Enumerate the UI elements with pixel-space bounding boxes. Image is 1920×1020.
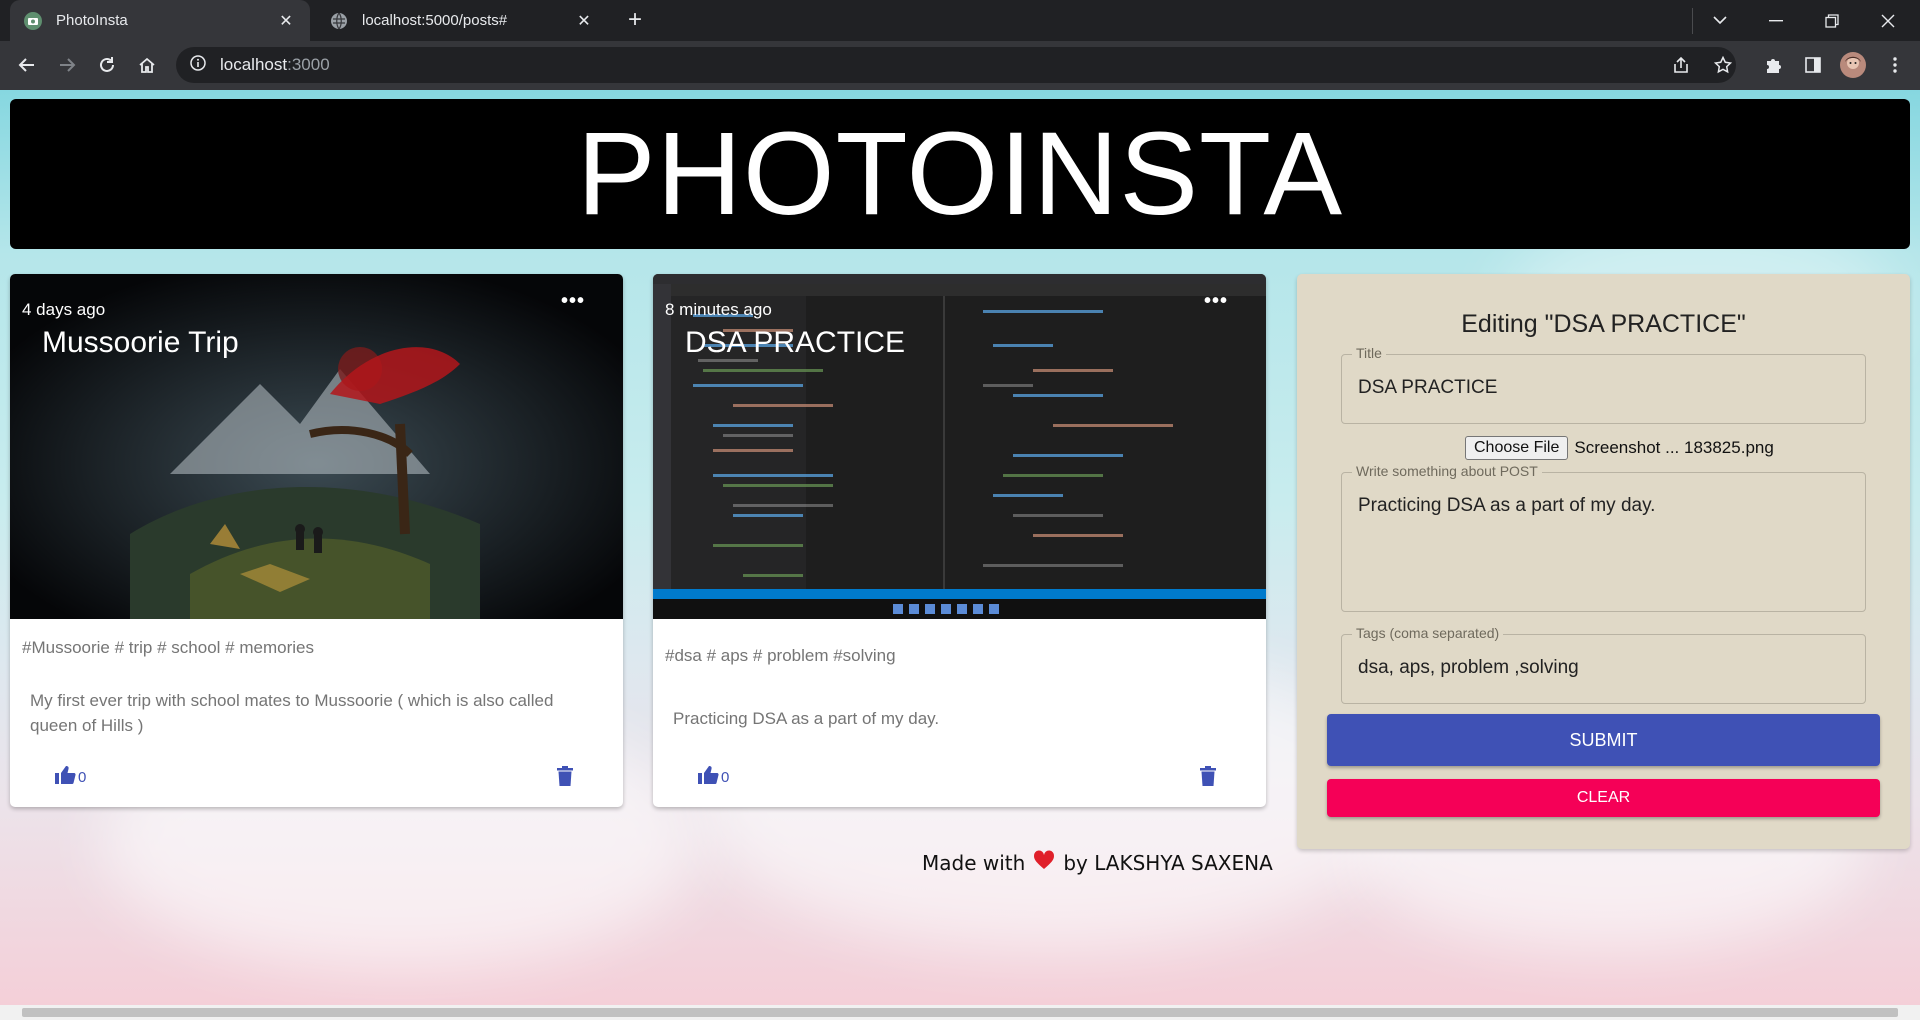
message-label: Write something about POST bbox=[1352, 463, 1542, 479]
more-options-icon[interactable]: ••• bbox=[561, 290, 585, 313]
post-tags: #dsa # aps # problem #solving bbox=[665, 646, 896, 665]
message-value: Practicing DSA as a part of my day. bbox=[1358, 495, 1656, 516]
thumbs-up-icon bbox=[54, 765, 76, 789]
chrome-menu-icon[interactable] bbox=[1880, 50, 1910, 80]
message-field[interactable]: Write something about POST Practicing DS… bbox=[1341, 463, 1866, 612]
app-title: PHOTOINSTA bbox=[576, 108, 1344, 240]
edit-post-form: Editing "DSA PRACTICE" Title DSA PRACTIC… bbox=[1297, 274, 1910, 849]
post-tags: #Mussoorie # trip # school # memories bbox=[22, 638, 314, 657]
post-time: 4 days ago bbox=[22, 300, 106, 319]
tab-search-chevron-icon[interactable] bbox=[1692, 0, 1748, 41]
reload-icon[interactable] bbox=[92, 50, 122, 80]
like-count: 0 bbox=[78, 768, 87, 786]
post-message: Practicing DSA as a part of my day. bbox=[673, 709, 940, 728]
extensions-puzzle-icon[interactable] bbox=[1758, 50, 1788, 80]
post-message: My first ever trip with school mates to … bbox=[30, 691, 554, 735]
address-bar[interactable]: localhost:3000 bbox=[176, 47, 1736, 83]
post-title: Mussoorie Trip bbox=[42, 326, 239, 359]
file-name: Screenshot ... 183825.png bbox=[1574, 438, 1774, 457]
submit-button[interactable]: SUBMIT bbox=[1327, 714, 1880, 766]
footer-credit: Made with by LAKSHYA SAXENA bbox=[922, 850, 1273, 875]
minimize-icon[interactable] bbox=[1748, 0, 1804, 41]
post-card: 8 minutes ago DSA PRACTICE ••• #dsa # ap… bbox=[653, 274, 1266, 807]
close-tab-icon[interactable]: ✕ bbox=[276, 11, 296, 31]
share-icon[interactable] bbox=[1666, 50, 1696, 80]
globe-favicon-icon bbox=[330, 12, 348, 30]
footer-text-before: Made with bbox=[922, 850, 1026, 875]
title-field[interactable]: Title DSA PRACTICE bbox=[1341, 345, 1866, 424]
form-heading: Editing "DSA PRACTICE" bbox=[1461, 310, 1746, 338]
file-input[interactable]: Choose File Screenshot ... 183825.png bbox=[1465, 436, 1774, 460]
profile-avatar[interactable] bbox=[1838, 50, 1868, 80]
post-title: DSA PRACTICE bbox=[685, 326, 906, 359]
scrollbar-thumb[interactable] bbox=[22, 1008, 1898, 1017]
title-label: Title bbox=[1352, 345, 1386, 361]
more-options-icon[interactable]: ••• bbox=[1204, 290, 1228, 313]
page-viewport: PHOTOINSTA 4 days ago Mussoorie Trip •••… bbox=[0, 90, 1920, 1005]
tab-photoinsta[interactable]: PhotoInsta ✕ bbox=[10, 0, 310, 41]
choose-file-button[interactable]: Choose File bbox=[1465, 436, 1569, 460]
tags-field[interactable]: Tags (coma separated) dsa, aps, problem … bbox=[1341, 625, 1866, 704]
home-icon[interactable] bbox=[132, 50, 162, 80]
like-button[interactable]: 0 bbox=[697, 765, 729, 789]
title-value: DSA PRACTICE bbox=[1358, 377, 1498, 398]
back-arrow-icon[interactable] bbox=[12, 50, 42, 80]
tab-title: PhotoInsta bbox=[56, 12, 128, 29]
restore-icon[interactable] bbox=[1804, 0, 1860, 41]
post-card: 4 days ago Mussoorie Trip ••• #Mussoorie… bbox=[10, 274, 623, 807]
side-panel-icon[interactable] bbox=[1798, 50, 1828, 80]
post-image: 4 days ago Mussoorie Trip ••• bbox=[10, 274, 623, 619]
post-time: 8 minutes ago bbox=[665, 300, 772, 319]
horizontal-scrollbar[interactable] bbox=[0, 1005, 1920, 1020]
url-port: :3000 bbox=[287, 55, 330, 74]
footer-text-after: by LAKSHYA SAXENA bbox=[1063, 850, 1273, 875]
close-tab-icon[interactable]: ✕ bbox=[574, 11, 594, 31]
browser-tab-strip: PhotoInsta ✕ localhost:5000/posts# ✕ + bbox=[0, 0, 1920, 41]
close-window-icon[interactable] bbox=[1860, 0, 1916, 41]
tags-label: Tags (coma separated) bbox=[1352, 625, 1504, 641]
thumbs-up-icon bbox=[697, 765, 719, 789]
tab-title: localhost:5000/posts# bbox=[362, 12, 508, 29]
heart-icon bbox=[1033, 850, 1055, 875]
like-count: 0 bbox=[721, 768, 730, 786]
browser-toolbar: localhost:3000 bbox=[0, 41, 1920, 90]
like-button[interactable]: 0 bbox=[54, 765, 86, 789]
app-header: PHOTOINSTA bbox=[10, 99, 1910, 249]
tags-value: dsa, aps, problem ,solving bbox=[1358, 657, 1579, 678]
new-tab-plus-icon[interactable]: + bbox=[622, 8, 648, 34]
delete-trash-icon[interactable] bbox=[1200, 766, 1216, 791]
delete-trash-icon[interactable] bbox=[557, 766, 573, 791]
camera-favicon-icon bbox=[24, 11, 42, 30]
clear-button[interactable]: CLEAR bbox=[1327, 779, 1880, 817]
url-host: localhost bbox=[220, 55, 288, 74]
tab-posts[interactable]: localhost:5000/posts# ✕ bbox=[316, 0, 608, 41]
post-image: 8 minutes ago DSA PRACTICE ••• bbox=[653, 274, 1266, 619]
forward-arrow-icon[interactable] bbox=[52, 50, 82, 80]
bookmark-star-icon[interactable] bbox=[1708, 50, 1738, 80]
site-info-icon[interactable] bbox=[190, 54, 206, 76]
